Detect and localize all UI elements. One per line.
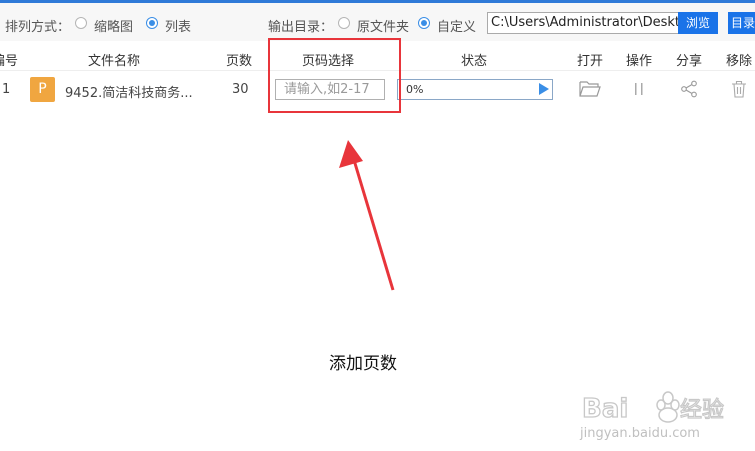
output-dir-label: 输出目录： — [268, 20, 334, 35]
share-icon[interactable] — [680, 80, 698, 98]
open-directory-button[interactable]: 目录 — [728, 12, 755, 34]
col-remove: 移除 — [726, 54, 753, 69]
sort-mode-label: 排列方式： — [5, 20, 71, 35]
output-custom-label[interactable]: 自定义 — [437, 16, 476, 35]
col-share: 分享 — [676, 54, 703, 69]
output-path-field[interactable]: C:\Users\Administrator\Desktop — [487, 12, 687, 34]
output-original-folder-label[interactable]: 原文件夹 — [357, 16, 409, 35]
annotation-caption: 添加页数 — [329, 354, 397, 374]
toolbar: 排列方式： 缩略图 列表 输出目录： 原文件夹 自定义 C:\Users\Adm… — [0, 3, 755, 41]
col-open: 打开 — [577, 54, 604, 69]
annotation-arrow — [339, 140, 395, 291]
svg-text:经验: 经验 — [680, 398, 724, 423]
progress-text: 0% — [406, 83, 424, 96]
col-action: 操作 — [626, 54, 653, 69]
col-status: 状态 — [461, 54, 488, 69]
ppt-file-icon: P — [30, 77, 55, 102]
baidu-jingyan-watermark: Bai 经验 jingyan.baidu.com — [579, 391, 725, 441]
pause-icon[interactable] — [633, 82, 645, 96]
col-page-count: 页数 — [226, 54, 253, 69]
browse-button[interactable]: 浏览 — [678, 12, 718, 34]
sort-thumbnail-radio[interactable] — [75, 17, 87, 29]
page-count: 30 — [232, 82, 249, 97]
file-name: 9452.简洁科技商务... — [65, 86, 193, 101]
sort-thumbnail-label[interactable]: 缩略图 — [94, 16, 133, 35]
folder-icon[interactable] — [579, 80, 601, 98]
trash-icon[interactable] — [731, 80, 747, 98]
col-file-name: 文件名称 — [88, 54, 141, 69]
row-number: 1 — [2, 82, 11, 97]
output-original-folder-radio[interactable] — [338, 17, 350, 29]
svg-text:jingyan.baidu.com: jingyan.baidu.com — [579, 426, 700, 441]
sort-list-label[interactable]: 列表 — [165, 16, 191, 35]
col-number: 编号 — [0, 54, 19, 69]
output-custom-radio[interactable] — [418, 17, 430, 29]
sort-list-radio[interactable] — [146, 17, 158, 29]
progress-bar: 0% — [397, 79, 553, 100]
page-select-highlight — [268, 38, 401, 113]
svg-text:Bai: Bai — [582, 394, 628, 424]
start-icon[interactable] — [539, 83, 549, 95]
